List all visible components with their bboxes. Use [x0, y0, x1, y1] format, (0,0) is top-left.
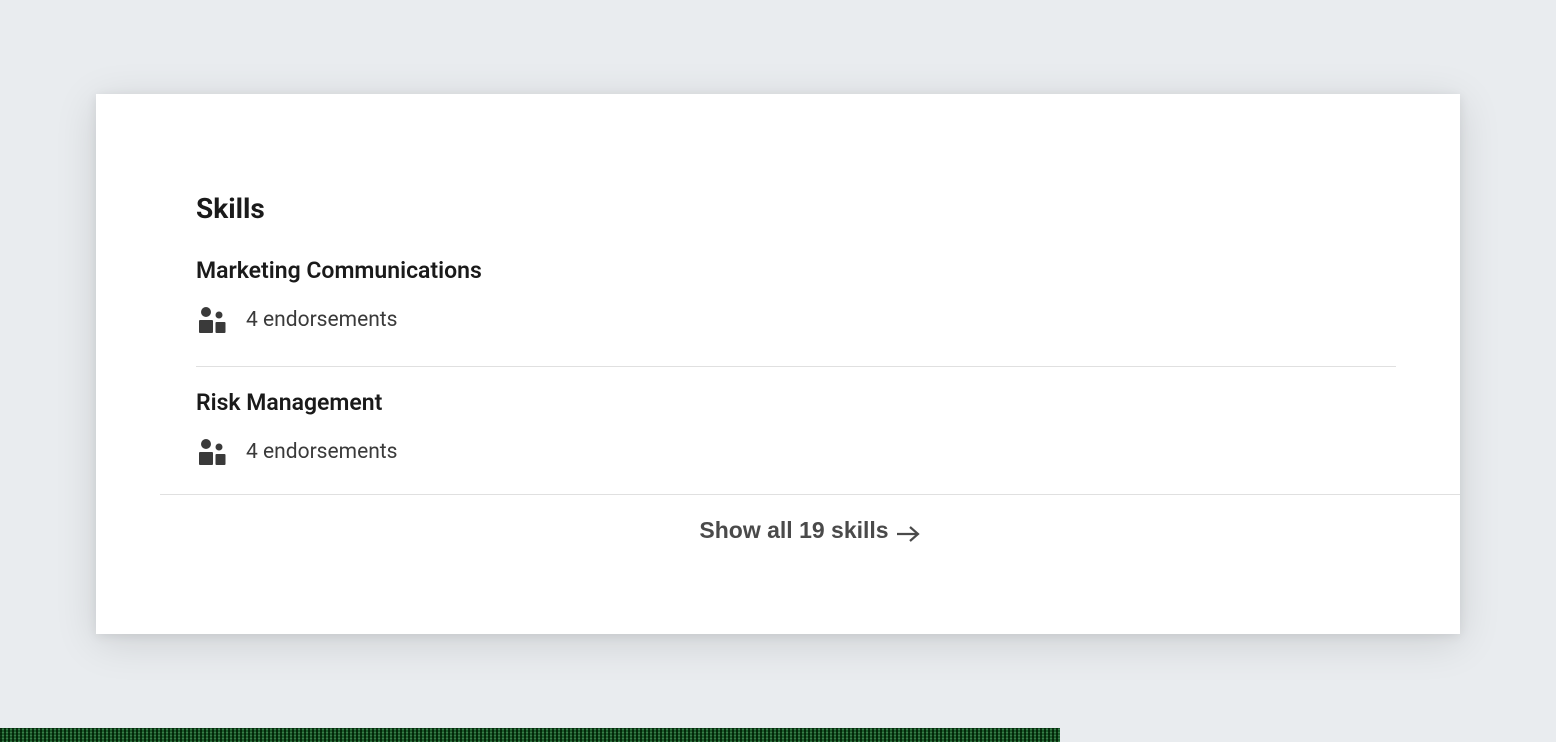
endorsement-count: 4 endorsements: [246, 440, 398, 464]
show-all-container: Show all 19 skills: [160, 494, 1460, 544]
divider: [196, 366, 1396, 367]
people-icon: [196, 306, 228, 334]
skill-item[interactable]: Risk Management 4 endorsements: [196, 389, 1396, 494]
skill-name: Risk Management: [196, 389, 1396, 416]
skill-item[interactable]: Marketing Communications 4 endorsements: [196, 257, 1396, 362]
endorsement-row[interactable]: 4 endorsements: [196, 438, 1396, 466]
skill-name: Marketing Communications: [196, 257, 1396, 284]
show-all-skills-button[interactable]: Show all 19 skills: [699, 517, 920, 544]
endorsement-row[interactable]: 4 endorsements: [196, 306, 1396, 334]
show-all-label: Show all 19 skills: [699, 517, 888, 544]
skills-card: Skills Marketing Communications 4 endors…: [96, 94, 1460, 634]
endorsement-count: 4 endorsements: [246, 308, 398, 332]
decorative-texture: [0, 728, 1060, 742]
people-icon: [196, 438, 228, 466]
arrow-right-icon: [895, 522, 921, 540]
section-title: Skills: [196, 192, 1460, 225]
